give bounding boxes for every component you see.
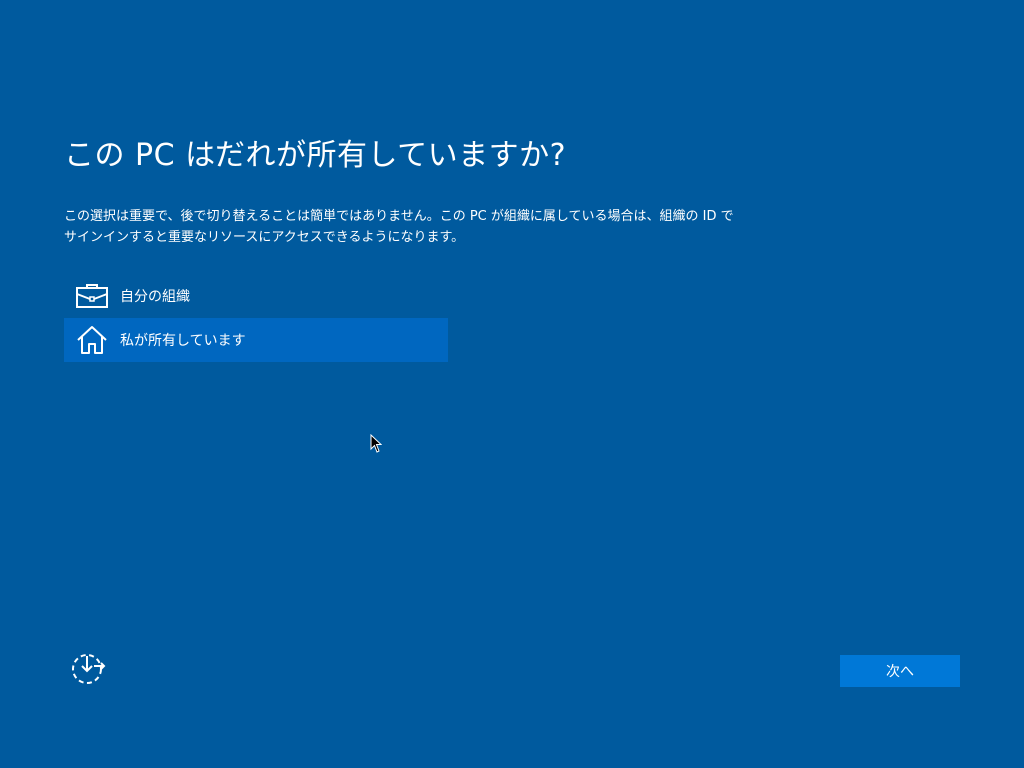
ease-of-access-icon xyxy=(72,654,106,684)
next-button[interactable]: 次へ xyxy=(840,655,960,687)
option-personal-label: 私が所有しています xyxy=(120,333,246,349)
oobe-screen: この PC はだれが所有していますか? この選択は重要で、後で切り替えることは簡… xyxy=(0,0,1024,768)
option-organization-label: 自分の組織 xyxy=(120,289,190,305)
briefcase-icon xyxy=(64,274,120,318)
option-organization[interactable]: 自分の組織 xyxy=(64,274,448,318)
ownership-options: 自分の組織 私が所有しています xyxy=(64,274,448,362)
option-personal[interactable]: 私が所有しています xyxy=(64,318,448,362)
mouse-cursor-icon xyxy=(370,434,382,453)
ease-of-access-button[interactable] xyxy=(70,652,106,686)
page-description: この選択は重要で、後で切り替えることは簡単ではありません。この PC が組織に属… xyxy=(64,209,734,245)
page-title: この PC はだれが所有していますか? xyxy=(64,138,567,173)
home-icon xyxy=(64,318,120,362)
